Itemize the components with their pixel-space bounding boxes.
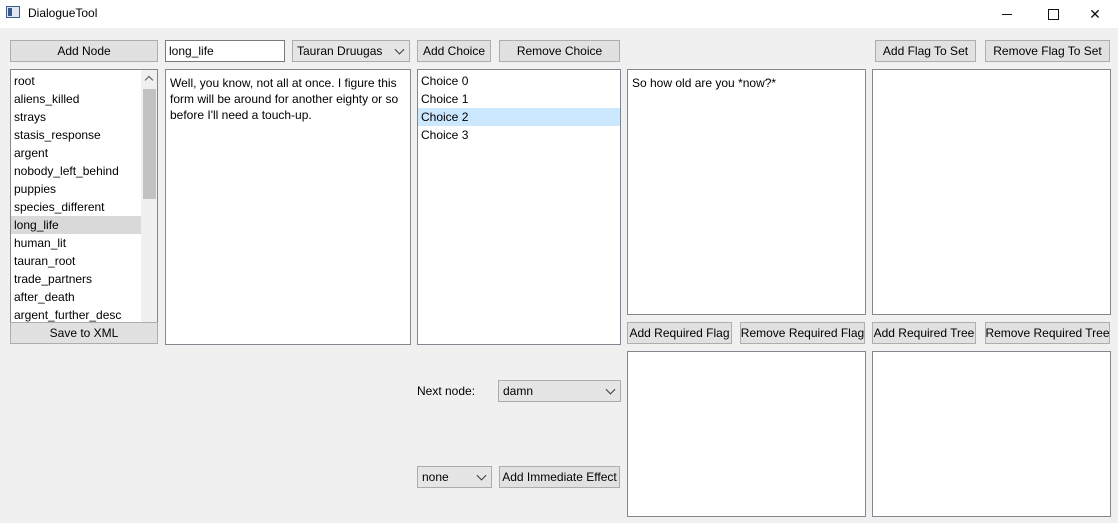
- title-bar: [0, 0, 1118, 28]
- effect-value: none: [422, 470, 449, 484]
- maximize-button[interactable]: [1030, 0, 1076, 28]
- choice-list-item[interactable]: Choice 2: [418, 108, 620, 126]
- choice-list[interactable]: Choice 0 Choice 1 Choice 2 Choice 3: [417, 69, 621, 345]
- choice-list-items: Choice 0 Choice 1 Choice 2 Choice 3: [418, 72, 620, 144]
- speaker-value: Tauran Druugas: [297, 44, 383, 58]
- node-list-item[interactable]: trade_partners: [11, 270, 141, 288]
- speaker-select[interactable]: Tauran Druugas: [292, 40, 410, 62]
- save-to-xml-button[interactable]: Save to XML: [10, 322, 158, 344]
- node-list-item[interactable]: human_lit: [11, 234, 141, 252]
- node-list[interactable]: root aliens_killed strays stasis_response ar…: [10, 69, 158, 344]
- choice-list-item[interactable]: Choice 3: [418, 126, 620, 144]
- close-icon: ✕: [1089, 5, 1101, 22]
- add-node-button[interactable]: Add Node: [10, 40, 158, 62]
- choice-list-item[interactable]: Choice 1: [418, 90, 620, 108]
- next-node-select[interactable]: damn: [498, 380, 621, 402]
- node-list-item[interactable]: argent: [11, 144, 141, 162]
- app-icon: [6, 6, 20, 18]
- remove-choice-button[interactable]: Remove Choice: [499, 40, 620, 62]
- node-list-item[interactable]: nobody_left_behind: [11, 162, 141, 180]
- remove-required-tree-button[interactable]: Remove Required Tree: [985, 322, 1110, 344]
- node-list-scrollbar[interactable]: [141, 70, 157, 323]
- node-text-area[interactable]: Well, you know, not all at once. I figur…: [165, 69, 411, 345]
- node-list-item[interactable]: strays: [11, 108, 141, 126]
- node-name-value: long_life: [169, 44, 214, 58]
- add-required-flag-button[interactable]: Add Required Flag: [627, 322, 732, 344]
- node-list-item[interactable]: aliens_killed: [11, 90, 141, 108]
- node-list-item[interactable]: stasis_response: [11, 126, 141, 144]
- maximize-icon: [1047, 8, 1059, 20]
- add-immediate-effect-button[interactable]: Add Immediate Effect: [499, 466, 620, 488]
- node-list-item[interactable]: puppies: [11, 180, 141, 198]
- choice-list-item[interactable]: Choice 0: [418, 72, 620, 90]
- choice-text: So how old are you *now?*: [632, 76, 777, 90]
- node-list-item[interactable]: long_life: [11, 216, 141, 234]
- remove-flag-to-set-button[interactable]: Remove Flag To Set: [985, 40, 1110, 62]
- minimize-icon: [1002, 13, 1012, 15]
- required-trees-list[interactable]: [872, 351, 1111, 517]
- add-choice-button[interactable]: Add Choice: [417, 40, 491, 62]
- add-required-tree-button[interactable]: Add Required Tree: [872, 322, 976, 344]
- node-list-item[interactable]: tauran_root: [11, 252, 141, 270]
- scroll-up-button[interactable]: [141, 70, 157, 88]
- chevron-up-icon: [144, 75, 154, 85]
- choice-text-area[interactable]: So how old are you *now?*: [627, 69, 866, 315]
- next-node-value: damn: [503, 384, 534, 398]
- add-flag-to-set-button[interactable]: Add Flag To Set: [875, 40, 976, 62]
- scroll-thumb[interactable]: [143, 89, 156, 199]
- window-title: DialogueTool: [28, 6, 98, 20]
- next-node-label: Next node:: [417, 384, 476, 398]
- minimize-button[interactable]: [984, 0, 1030, 28]
- node-text: Well, you know, not all at once. I figur…: [170, 76, 399, 122]
- node-list-item[interactable]: after_death: [11, 288, 141, 306]
- chevron-down-icon: [394, 44, 405, 55]
- chevron-down-icon: [476, 470, 487, 481]
- flags-to-set-list[interactable]: [872, 69, 1111, 315]
- required-flags-list[interactable]: [627, 351, 866, 517]
- effect-select[interactable]: none: [417, 466, 492, 488]
- chevron-down-icon: [605, 384, 616, 395]
- close-button[interactable]: ✕: [1072, 0, 1118, 28]
- node-name-input[interactable]: long_life: [165, 40, 285, 62]
- node-list-items: root aliens_killed strays stasis_response ar…: [11, 72, 141, 324]
- remove-required-flag-button[interactable]: Remove Required Flag: [740, 322, 865, 344]
- node-list-item[interactable]: species_different: [11, 198, 141, 216]
- node-list-item[interactable]: root: [11, 72, 141, 90]
